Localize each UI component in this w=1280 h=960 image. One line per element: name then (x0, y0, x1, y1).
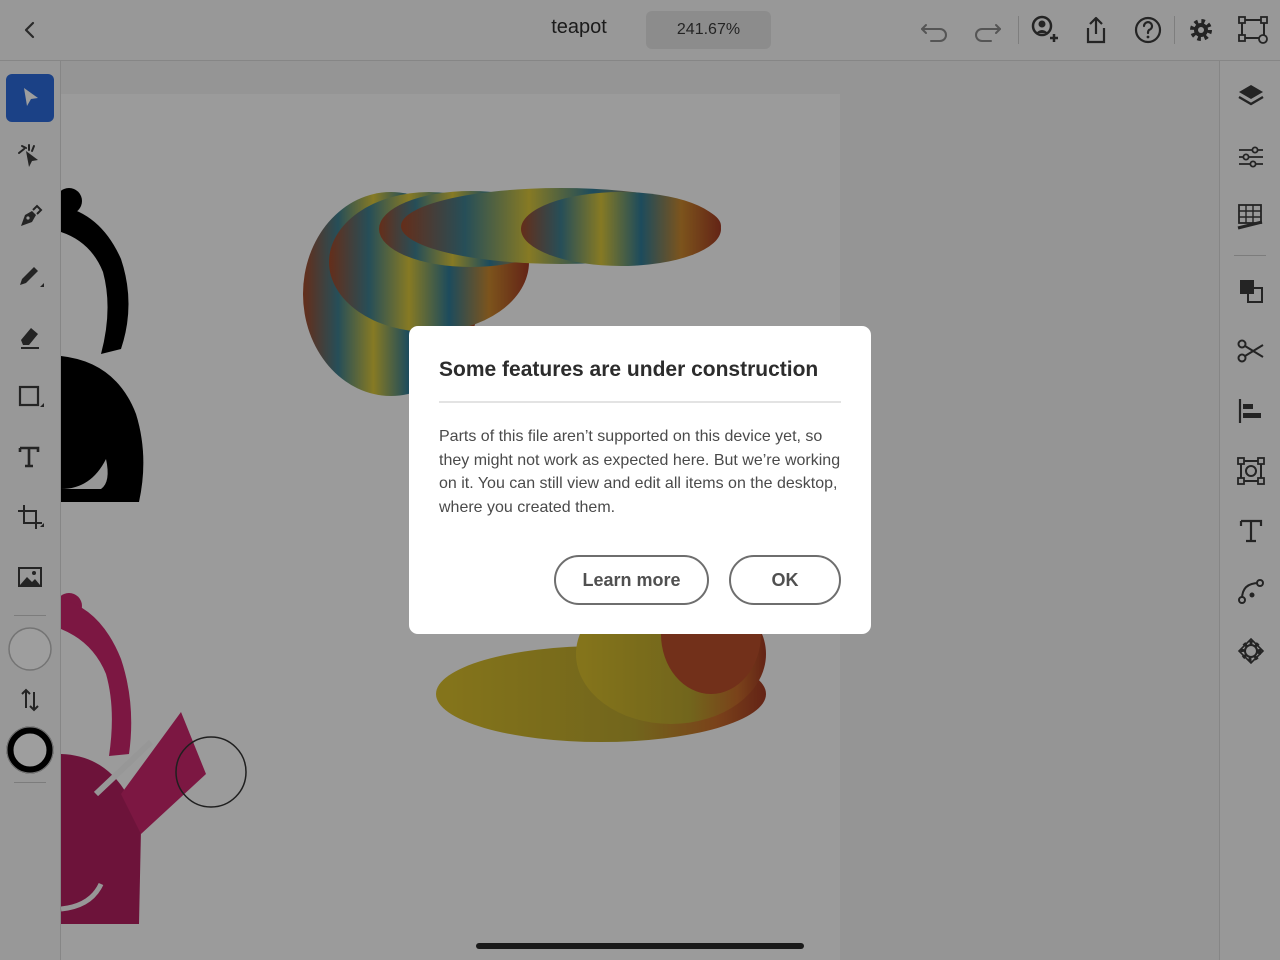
app-window: teapot 241.67% Some features are under c… (0, 0, 1280, 960)
home-indicator[interactable] (476, 943, 804, 949)
dialog-message: Parts of this file aren’t supported on t… (439, 428, 841, 516)
learn-more-button[interactable]: Learn more (554, 555, 709, 605)
dialog-divider (439, 401, 841, 403)
dialog-title: Some features are under construction (439, 358, 819, 381)
under-construction-dialog: Some features are under construction Par… (409, 326, 871, 634)
ok-button[interactable]: OK (729, 555, 841, 605)
